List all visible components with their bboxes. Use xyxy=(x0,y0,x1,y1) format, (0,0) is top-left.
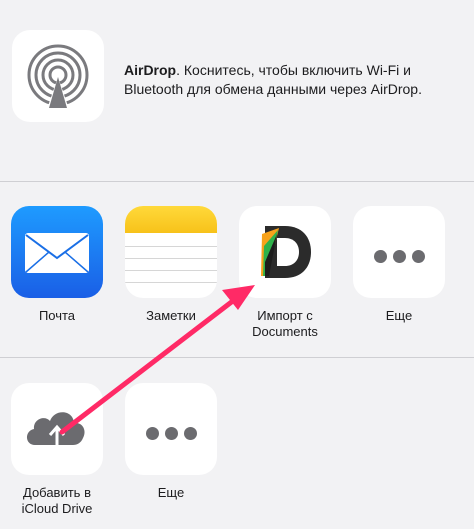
annotation-arrow xyxy=(59,285,255,435)
